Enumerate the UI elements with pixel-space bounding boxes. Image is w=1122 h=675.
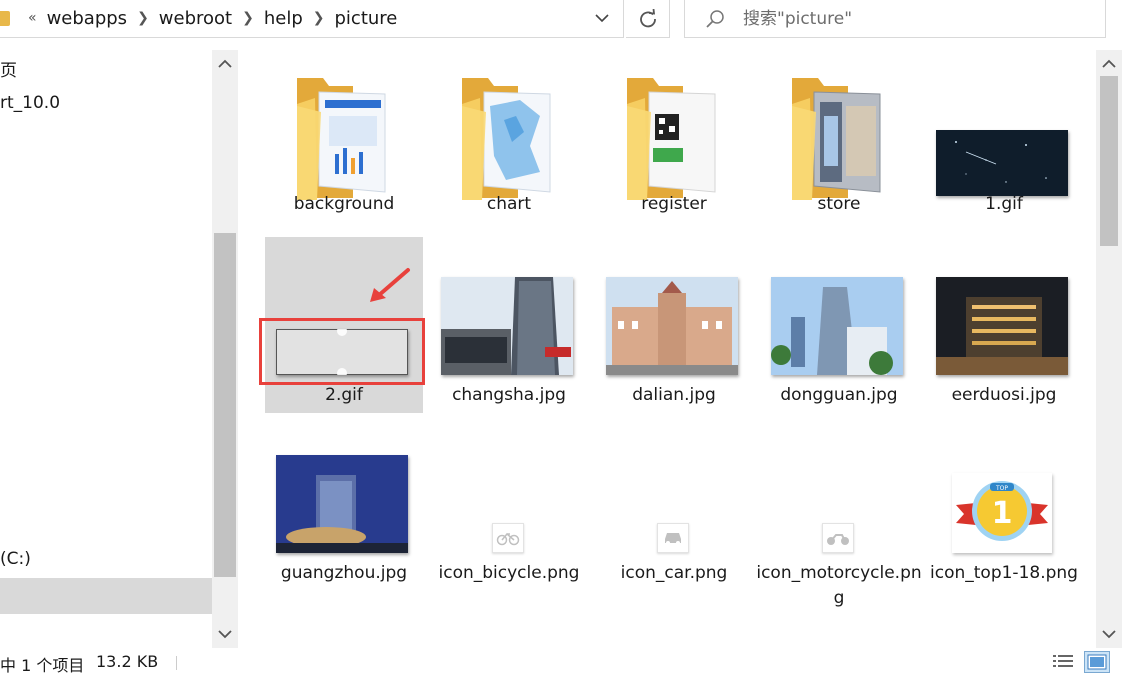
- large-icons-view-icon[interactable]: [1084, 651, 1110, 673]
- breadcrumb: « webapps ❯ webroot ❯ help ❯ picture: [28, 0, 397, 36]
- scrollbar-thumb[interactable]: [1100, 76, 1118, 246]
- folder-icon: [627, 78, 716, 200]
- nav-item[interactable]: rt_10.0: [0, 93, 60, 113]
- image-thumbnail: [276, 455, 408, 553]
- file-item[interactable]: register: [595, 62, 753, 238]
- image-thumbnail: [771, 277, 903, 375]
- scroll-down-icon[interactable]: [212, 622, 238, 646]
- image-thumbnail: [936, 277, 1068, 375]
- chevron-right-icon[interactable]: ❯: [137, 10, 149, 26]
- breadcrumb-overflow[interactable]: «: [28, 10, 37, 26]
- file-name: chart: [486, 194, 532, 214]
- selection-size: 13.2 KB: [96, 652, 159, 671]
- search-box: [684, 0, 1106, 38]
- file-item[interactable]: background: [265, 62, 423, 238]
- file-name: guangzhou.jpg: [280, 563, 408, 583]
- nav-item-selected[interactable]: [0, 578, 212, 614]
- refresh-icon: [639, 8, 656, 27]
- car-icon: [657, 523, 689, 553]
- chevron-down-icon[interactable]: [594, 10, 610, 26]
- bicycle-icon: [492, 523, 524, 553]
- breadcrumb-help[interactable]: help: [264, 8, 303, 29]
- svg-text:1: 1: [992, 496, 1013, 531]
- image-thumbnail: [441, 277, 573, 375]
- file-name: register: [641, 194, 707, 214]
- file-name: icon_bicycle.png: [438, 563, 580, 583]
- address-bar[interactable]: « webapps ❯ webroot ❯ help ❯ picture: [0, 0, 624, 38]
- file-name: 1.gif: [985, 194, 1023, 214]
- annotation-arrow-icon: [370, 268, 410, 302]
- file-name: icon_motorcycle.png: [756, 563, 922, 608]
- folder-icon: [792, 78, 881, 200]
- nav-item[interactable]: 页: [0, 56, 17, 81]
- image-thumbnail: [936, 130, 1068, 196]
- annotation-highlight-box: [259, 318, 425, 385]
- scroll-up-icon[interactable]: [212, 52, 238, 76]
- folder-icon: [0, 11, 10, 26]
- breadcrumb-webapps[interactable]: webapps: [47, 8, 127, 29]
- search-icon: [706, 9, 724, 28]
- breadcrumb-webroot[interactable]: webroot: [159, 8, 232, 29]
- file-item[interactable]: dongguan.jpg: [760, 237, 918, 413]
- file-item[interactable]: guangzhou.jpg: [265, 415, 423, 591]
- file-item[interactable]: dalian.jpg: [595, 237, 753, 413]
- folder-icon: [297, 78, 386, 200]
- status-bar: 中 1 个项目 13.2 KB: [0, 650, 1122, 675]
- chevron-right-icon[interactable]: ❯: [242, 10, 254, 26]
- navigation-pane: 页 rt_10.0 (C:): [0, 40, 238, 648]
- svg-text:TOP: TOP: [995, 485, 1008, 492]
- file-name: changsha.jpg: [452, 385, 566, 405]
- search-input[interactable]: [743, 8, 1073, 29]
- top1-badge-icon: TOP 1: [952, 473, 1052, 553]
- file-name: eerduosi.jpg: [951, 385, 1057, 405]
- refresh-button[interactable]: [626, 0, 670, 38]
- file-name: background: [293, 194, 395, 214]
- chevron-right-icon[interactable]: ❯: [313, 10, 325, 26]
- file-name: dongguan.jpg: [780, 385, 898, 405]
- folder-icon: [462, 78, 551, 200]
- content-scrollbar[interactable]: [1096, 50, 1122, 648]
- file-name: icon_car.png: [620, 563, 728, 583]
- file-item[interactable]: changsha.jpg: [430, 237, 588, 413]
- file-item[interactable]: eerduosi.jpg: [925, 237, 1083, 413]
- file-item[interactable]: icon_motorcycle.png: [756, 415, 922, 608]
- nav-item-drive-c[interactable]: (C:): [0, 549, 31, 569]
- file-item[interactable]: chart: [430, 62, 588, 238]
- file-item[interactable]: icon_bicycle.png: [430, 415, 588, 591]
- divider: [176, 656, 177, 670]
- file-item[interactable]: 1.gif: [925, 62, 1083, 238]
- file-name: dalian.jpg: [632, 385, 716, 405]
- scroll-up-icon[interactable]: [1096, 52, 1122, 76]
- file-name: 2.gif: [325, 385, 363, 405]
- details-view-icon[interactable]: [1052, 653, 1074, 671]
- image-thumbnail: [606, 277, 738, 375]
- scrollbar-thumb[interactable]: [214, 233, 236, 577]
- file-name: store: [817, 194, 861, 214]
- scroll-down-icon[interactable]: [1096, 622, 1122, 646]
- selection-count: 中 1 个项目: [0, 656, 85, 675]
- file-item[interactable]: store: [760, 62, 918, 238]
- nav-scrollbar[interactable]: [212, 50, 238, 648]
- motorcycle-icon: [822, 523, 854, 553]
- breadcrumb-picture[interactable]: picture: [335, 8, 398, 29]
- file-name: icon_top1-18.png: [930, 563, 1078, 583]
- file-item[interactable]: icon_car.png: [595, 415, 753, 591]
- file-item[interactable]: TOP 1 icon_top1-18.png: [925, 415, 1083, 591]
